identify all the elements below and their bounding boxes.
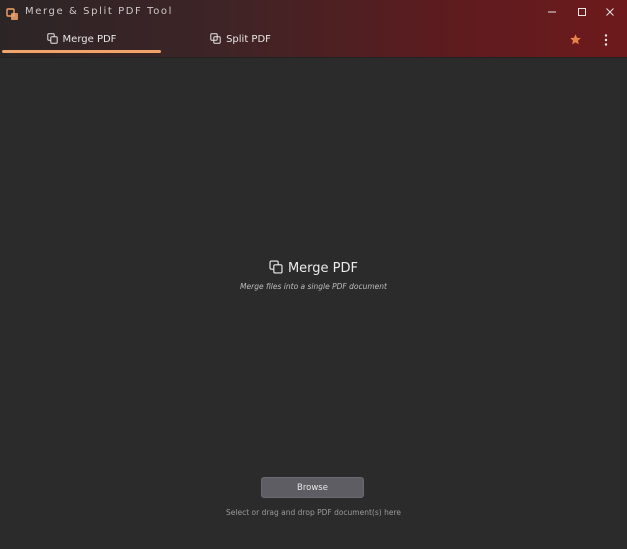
maximize-icon <box>577 2 587 21</box>
active-tab-indicator <box>2 50 161 53</box>
close-button[interactable] <box>600 3 620 19</box>
page-title: Merge PDF <box>287 261 359 276</box>
more-options-button[interactable] <box>598 32 614 48</box>
tab-bar: Merge PDF Split PDF <box>0 27 627 55</box>
tab-split-label: Split PDF <box>226 34 271 45</box>
window-title: Merge & Split PDF Tool <box>25 6 174 17</box>
browse-button[interactable]: Browse <box>261 477 364 498</box>
more-vertical-icon <box>604 31 608 50</box>
merge-header: Merge PDF Merge files into a single PDF … <box>0 259 627 291</box>
close-icon <box>605 2 615 21</box>
maximize-button[interactable] <box>572 3 592 19</box>
star-icon <box>569 31 582 50</box>
minimize-button[interactable] <box>542 3 562 19</box>
minimize-icon <box>547 2 557 21</box>
drop-zone-hint: Select or drag and drop PDF document(s) … <box>226 508 401 517</box>
tab-split-pdf[interactable]: Split PDF <box>161 27 320 52</box>
merge-icon <box>269 259 283 278</box>
merge-panel[interactable]: Merge PDF Merge files into a single PDF … <box>0 57 627 549</box>
page-subtitle: Merge files into a single PDF document <box>240 282 387 291</box>
window-chrome: Merge & Split PDF Tool Merge PDF Split P… <box>0 0 627 57</box>
merge-icon <box>46 32 58 47</box>
favorite-button[interactable] <box>567 32 583 48</box>
tab-merge-pdf[interactable]: Merge PDF <box>2 27 161 52</box>
title-bar[interactable]: Merge & Split PDF Tool <box>0 0 627 24</box>
split-icon <box>210 32 221 47</box>
app-logo-icon <box>6 6 19 20</box>
merge-title-row: Merge PDF <box>269 259 358 278</box>
app-window: Merge & Split PDF Tool Merge PDF Split P… <box>0 0 627 549</box>
tab-merge-label: Merge PDF <box>62 34 117 45</box>
